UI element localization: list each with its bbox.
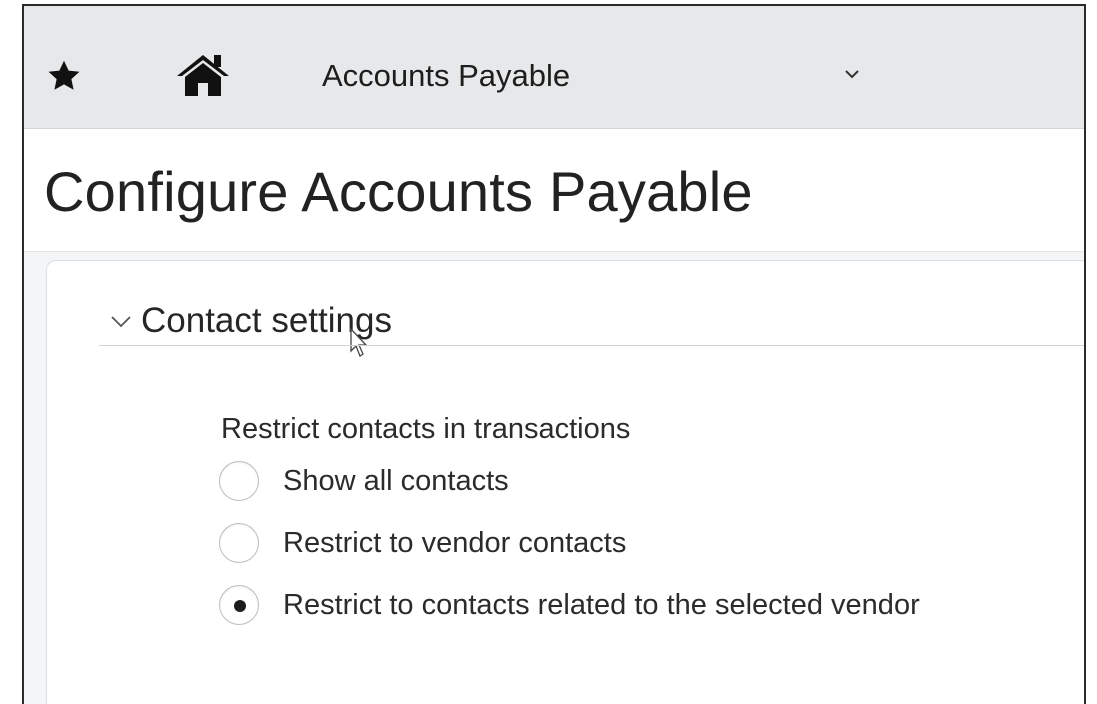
- module-label: Accounts Payable: [322, 58, 571, 93]
- home-icon[interactable]: [174, 52, 232, 98]
- chevron-down-icon[interactable]: [842, 64, 862, 84]
- radio-button-selected[interactable]: [219, 585, 259, 625]
- section-divider: [99, 345, 1084, 346]
- radio-label: Restrict to contacts related to the sele…: [283, 589, 920, 621]
- chevron-down-icon: [109, 311, 133, 331]
- radio-button[interactable]: [219, 523, 259, 563]
- radio-button[interactable]: [219, 461, 259, 501]
- settings-card: Contact settings Restrict contacts in tr…: [46, 260, 1084, 704]
- star-icon[interactable]: [46, 58, 82, 94]
- restrict-contacts-label: Restrict contacts in transactions: [221, 413, 631, 445]
- radio-label: Restrict to vendor contacts: [283, 527, 627, 559]
- radio-restrict-selected-vendor[interactable]: Restrict to contacts related to the sele…: [219, 585, 1019, 675]
- contact-settings-section-toggle[interactable]: Contact settings: [109, 297, 1039, 357]
- radio-restrict-vendor-contacts[interactable]: Restrict to vendor contacts: [219, 523, 1019, 567]
- app-window: Accounts Payable Configure Accounts Paya…: [22, 4, 1086, 704]
- page-title: Configure Accounts Payable: [44, 160, 753, 223]
- section-title: Contact settings: [141, 301, 392, 340]
- radio-label: Show all contacts: [283, 465, 509, 497]
- page-header: Configure Accounts Payable: [24, 129, 1084, 252]
- radio-show-all-contacts[interactable]: Show all contacts: [219, 461, 1019, 505]
- top-navigation-bar: Accounts Payable: [24, 6, 1084, 129]
- radio-selected-dot: [234, 600, 246, 612]
- module-selector[interactable]: Accounts Payable: [322, 54, 882, 98]
